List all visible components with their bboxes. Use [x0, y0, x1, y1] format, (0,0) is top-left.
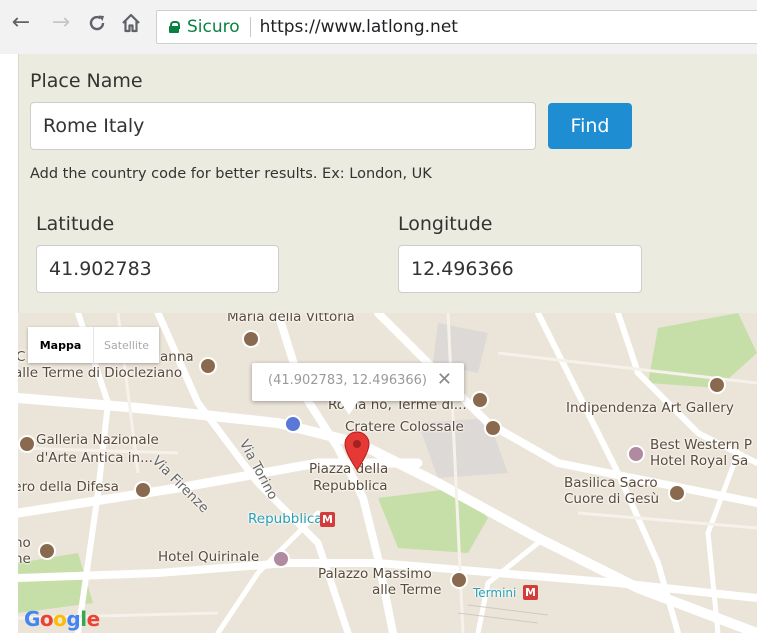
museum-icon-2 [471, 391, 489, 409]
landmark-icon [484, 419, 502, 437]
reload-button[interactable] [84, 10, 110, 36]
poi-terme-diocleziano-1: anna [160, 349, 194, 365]
poi-maria-della-vittoria: Maria della Vittoria [227, 313, 355, 325]
poi-best-western-1: Best Western P [650, 437, 752, 453]
location-marker-icon[interactable] [344, 431, 370, 471]
church-icon-2 [668, 484, 686, 502]
poi-best-western-2: Hotel Royal Sa [650, 453, 749, 469]
hotel-icon-2 [272, 550, 290, 568]
lock-icon [169, 21, 180, 33]
place-name-value: Rome Italy [43, 115, 145, 137]
metro-icon-2: M [523, 585, 538, 600]
metro-icon: M [320, 512, 335, 527]
poi-repubblica-metro: Repubblica [248, 511, 323, 527]
home-button[interactable] [118, 10, 144, 36]
url-text[interactable]: https://www.latlong.net [260, 17, 458, 37]
google-logo: Google [24, 607, 100, 631]
longitude-label: Longitude [398, 213, 493, 235]
museum-icon-3 [18, 435, 36, 453]
latitude-label: Latitude [36, 213, 115, 235]
poi-galleria-2: d'Arte Antica in... [36, 450, 153, 466]
hint-text: Add the country code for better results.… [30, 166, 432, 182]
poi-palazzo-2: alle Terme [372, 582, 442, 598]
map-view[interactable]: Mappa Satellite Maria della Vittoria C a… [18, 313, 757, 633]
museum-icon-4 [134, 481, 152, 499]
place-name-input[interactable]: Rome Italy [30, 102, 536, 150]
find-button[interactable]: Find [548, 103, 632, 149]
poi-termini: Termini [473, 586, 517, 600]
poi-hotel-quirinale: Hotel Quirinale [158, 549, 260, 565]
museum-icon-5 [38, 542, 56, 560]
security-label: Sicuro [187, 17, 240, 37]
hotel-icon [627, 445, 645, 463]
arrow-left-icon: ← [11, 10, 31, 35]
poi-indipendenza-gallery: Indipendenza Art Gallery [566, 400, 734, 416]
search-form-panel: Place Name Rome Italy Find Add the count… [18, 54, 757, 313]
back-button[interactable]: ← [8, 10, 34, 36]
poi-left-c: C [18, 349, 26, 365]
poi-basilica-2: Cuore di Gesù [564, 491, 660, 507]
poi-galleria-1: Galleria Nazionale [36, 432, 159, 448]
latitude-input[interactable]: 41.902783 [36, 245, 279, 293]
longitude-input[interactable]: 12.496366 [398, 245, 642, 293]
longitude-value: 12.496366 [411, 258, 514, 280]
poi-left-edge-1: no [18, 535, 31, 551]
map-type-control: Mappa Satellite [28, 327, 159, 363]
museum-icon [199, 357, 217, 375]
info-window: (41.902783, 12.496366) ✕ [252, 363, 464, 415]
gallery-icon [708, 376, 726, 394]
address-separator [249, 17, 251, 37]
church-icon [242, 330, 260, 348]
address-bar[interactable]: Sicuro https://www.latlong.net [156, 10, 757, 44]
map-type-satellite-button[interactable]: Satellite [94, 327, 159, 363]
reload-icon [89, 15, 105, 31]
poi-left-edge-2: ne [18, 551, 31, 567]
home-icon [122, 13, 140, 33]
close-icon[interactable]: ✕ [437, 369, 452, 390]
place-name-label: Place Name [30, 70, 143, 92]
poi-difesa: tero della Difesa [18, 479, 119, 495]
forward-button[interactable]: → [48, 10, 74, 36]
browser-toolbar: ← → Sicuro https://www.latlong.net [0, 0, 757, 54]
poi-palazzo-1: Palazzo Massimo [318, 566, 432, 582]
poi-terme-diocleziano-2: alle Terme di Diocleziano [18, 365, 183, 381]
bus-icon [284, 415, 302, 433]
poi-piazza-2: Repubblica [313, 478, 388, 494]
info-window-tail [340, 401, 358, 415]
museum-icon-6 [450, 571, 468, 589]
map-type-map-button[interactable]: Mappa [28, 327, 94, 363]
info-window-coords: (41.902783, 12.496366) [268, 373, 428, 388]
arrow-right-icon: → [51, 10, 71, 35]
poi-basilica-1: Basilica Sacro [564, 475, 658, 491]
latitude-value: 41.902783 [49, 258, 152, 280]
